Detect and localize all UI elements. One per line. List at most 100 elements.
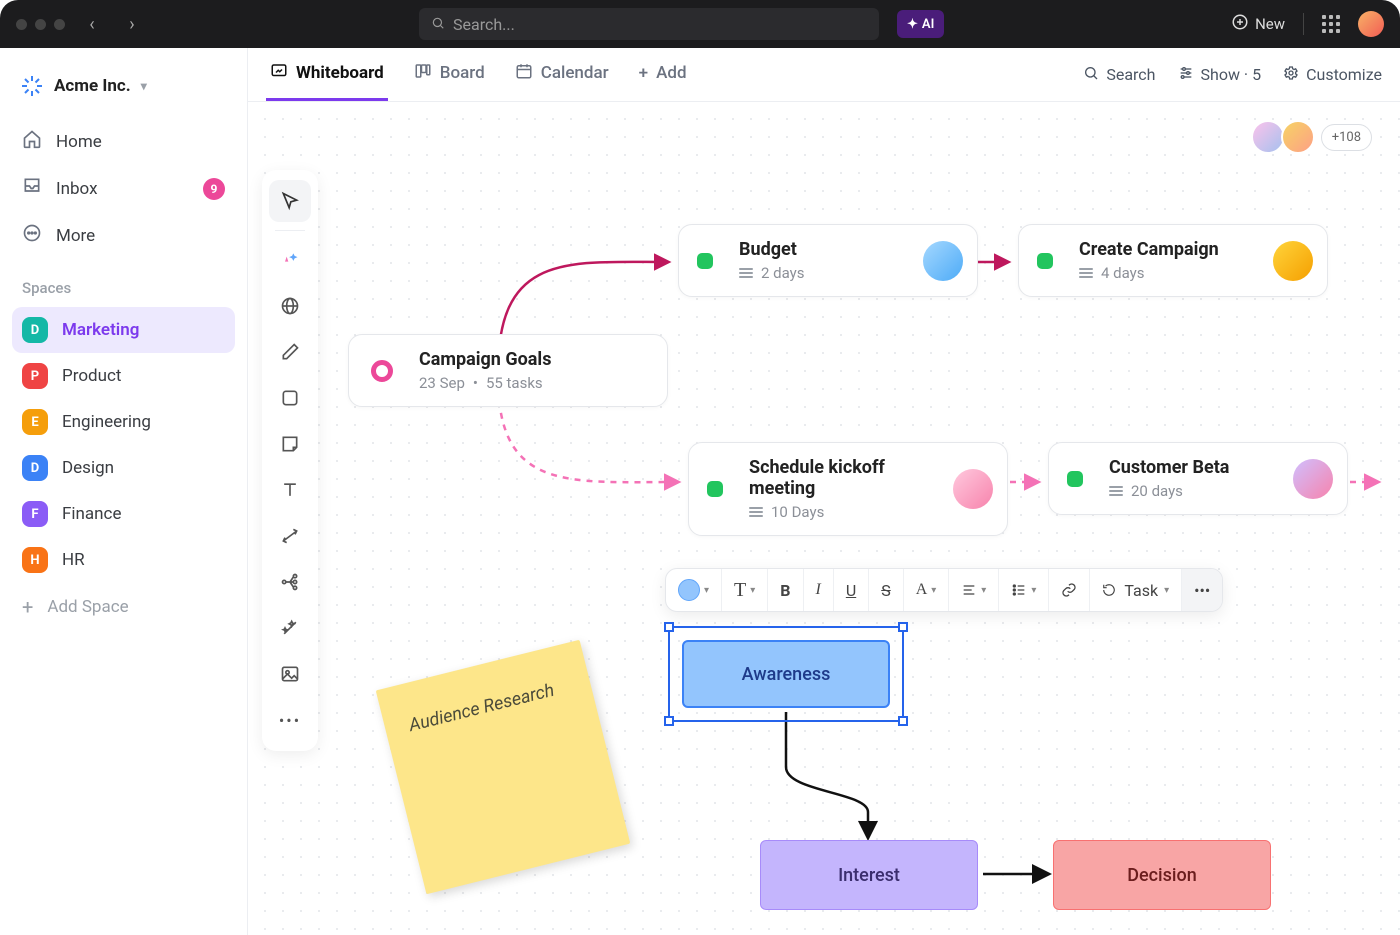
bold-button[interactable]: B	[768, 569, 803, 611]
more-button[interactable]: •••	[1182, 569, 1222, 611]
forward-button[interactable]: ›	[119, 11, 145, 37]
collaborator-avatar[interactable]	[1281, 120, 1315, 154]
sticky-note[interactable]: Audience Research	[376, 640, 631, 895]
space-item-marketing[interactable]: D Marketing	[12, 307, 235, 353]
convert-task-button[interactable]: Task▾	[1090, 569, 1182, 611]
fill-color-button[interactable]: ▾	[666, 569, 722, 611]
color-swatch-icon	[678, 579, 700, 601]
apps-grid-icon[interactable]	[1322, 15, 1340, 33]
card-title: Campaign Goals	[419, 349, 599, 370]
card-subtitle: 10 Days	[749, 503, 939, 521]
assignee-avatar[interactable]	[1293, 459, 1333, 499]
shape-interest[interactable]: Interest	[760, 840, 978, 910]
tab-label: Board	[440, 63, 485, 83]
space-item-hr[interactable]: H HR	[12, 537, 235, 583]
card-create-campaign[interactable]: Create Campaign 4 days	[1018, 224, 1328, 297]
close-dot[interactable]	[16, 19, 27, 30]
strike-button[interactable]: S	[869, 569, 904, 611]
text-color-button[interactable]: A▾	[904, 569, 950, 611]
shape-text: Awareness	[742, 664, 831, 685]
plus-icon: +	[639, 63, 648, 83]
italic-button[interactable]: I	[804, 569, 834, 611]
tab-calendar[interactable]: Calendar	[511, 48, 613, 101]
minimize-dot[interactable]	[35, 19, 46, 30]
sidebar: Acme Inc. ▾ Home Inbox 9 More Spaces D M…	[0, 48, 248, 935]
nav-home[interactable]: Home	[12, 118, 235, 165]
sliders-icon	[1178, 65, 1194, 85]
workspace-selector[interactable]: Acme Inc. ▾	[12, 68, 235, 118]
space-item-finance[interactable]: F Finance	[12, 491, 235, 537]
shape-awareness[interactable]: Awareness	[682, 640, 890, 708]
tool-pointer[interactable]	[269, 180, 311, 222]
plus-icon: +	[22, 595, 33, 619]
list-button[interactable]: ▾	[999, 569, 1049, 611]
resize-handle-se[interactable]	[898, 716, 908, 726]
align-button[interactable]: ▾	[949, 569, 999, 611]
canvas-search-button[interactable]: Search	[1083, 65, 1155, 85]
tool-image[interactable]	[269, 653, 311, 695]
assignee-avatar[interactable]	[953, 469, 993, 509]
font-size-button[interactable]: T▾	[722, 569, 768, 611]
card-customer-beta[interactable]: Customer Beta 20 days	[1048, 442, 1348, 515]
global-search[interactable]: Search...	[419, 8, 879, 40]
assignee-avatar[interactable]	[1273, 241, 1313, 281]
whiteboard-icon	[270, 62, 288, 85]
tool-magic[interactable]	[269, 607, 311, 649]
tool-more[interactable]: •••	[269, 699, 311, 741]
resize-handle-nw[interactable]	[664, 622, 674, 632]
space-item-product[interactable]: P Product	[12, 353, 235, 399]
tool-connector[interactable]	[269, 515, 311, 557]
back-button[interactable]: ‹	[79, 11, 105, 37]
shape-decision[interactable]: Decision	[1053, 840, 1271, 910]
space-item-design[interactable]: D Design	[12, 445, 235, 491]
space-item-engineering[interactable]: E Engineering	[12, 399, 235, 445]
card-title: Create Campaign	[1079, 239, 1259, 260]
label: Search	[1106, 65, 1155, 84]
resize-handle-ne[interactable]	[898, 622, 908, 632]
tool-mindmap[interactable]	[269, 561, 311, 603]
tool-sticky[interactable]	[269, 423, 311, 465]
card-budget[interactable]: Budget 2 days	[678, 224, 978, 297]
new-label: New	[1255, 15, 1285, 33]
label: Show · 5	[1201, 65, 1262, 84]
resize-handle-sw[interactable]	[664, 716, 674, 726]
tool-shape[interactable]	[269, 377, 311, 419]
user-avatar[interactable]	[1358, 11, 1384, 37]
space-name: HR	[62, 550, 85, 570]
task-count: 55 tasks	[486, 374, 543, 392]
dot: •	[473, 374, 478, 392]
titlebar: ‹ › Search... ✦ AI New	[0, 0, 1400, 48]
card-campaign-goals[interactable]: Campaign Goals 23 Sep • 55 tasks	[348, 334, 668, 407]
status-square-icon	[1067, 471, 1083, 487]
show-button[interactable]: Show · 5	[1178, 65, 1262, 85]
duration: 2 days	[761, 264, 805, 282]
whiteboard-canvas[interactable]: +108 •••	[248, 102, 1400, 935]
customize-button[interactable]: Customize	[1283, 65, 1382, 85]
tool-pen[interactable]	[269, 331, 311, 373]
underline-button[interactable]: U	[834, 569, 869, 611]
tab-whiteboard[interactable]: Whiteboard	[266, 48, 388, 101]
nav-inbox[interactable]: Inbox 9	[12, 165, 235, 212]
card-title: Customer Beta	[1109, 457, 1279, 478]
nav-label: Inbox	[56, 179, 98, 199]
nav-more[interactable]: More	[12, 212, 235, 259]
add-space-button[interactable]: + Add Space	[12, 583, 235, 631]
tab-board[interactable]: Board	[410, 48, 489, 101]
card-kickoff[interactable]: Schedule kickoff meeting 10 Days	[688, 442, 1008, 536]
content: Whiteboard Board Calendar + Add Search	[248, 48, 1400, 935]
new-button[interactable]: New	[1231, 13, 1285, 35]
zoom-dot[interactable]	[54, 19, 65, 30]
inbox-icon	[22, 176, 42, 201]
tool-ai[interactable]	[269, 239, 311, 281]
status-square-icon	[1037, 253, 1053, 269]
assignee-avatar[interactable]	[923, 241, 963, 281]
tool-text[interactable]	[269, 469, 311, 511]
collaborator-avatar[interactable]	[1251, 120, 1285, 154]
link-button[interactable]	[1049, 569, 1090, 611]
card-title: Budget	[739, 239, 909, 260]
collaborator-overflow[interactable]: +108	[1321, 124, 1372, 151]
ai-button[interactable]: ✦ AI	[897, 10, 944, 38]
tool-web[interactable]	[269, 285, 311, 327]
tab-add[interactable]: + Add	[635, 48, 691, 101]
window-controls[interactable]	[16, 19, 65, 30]
